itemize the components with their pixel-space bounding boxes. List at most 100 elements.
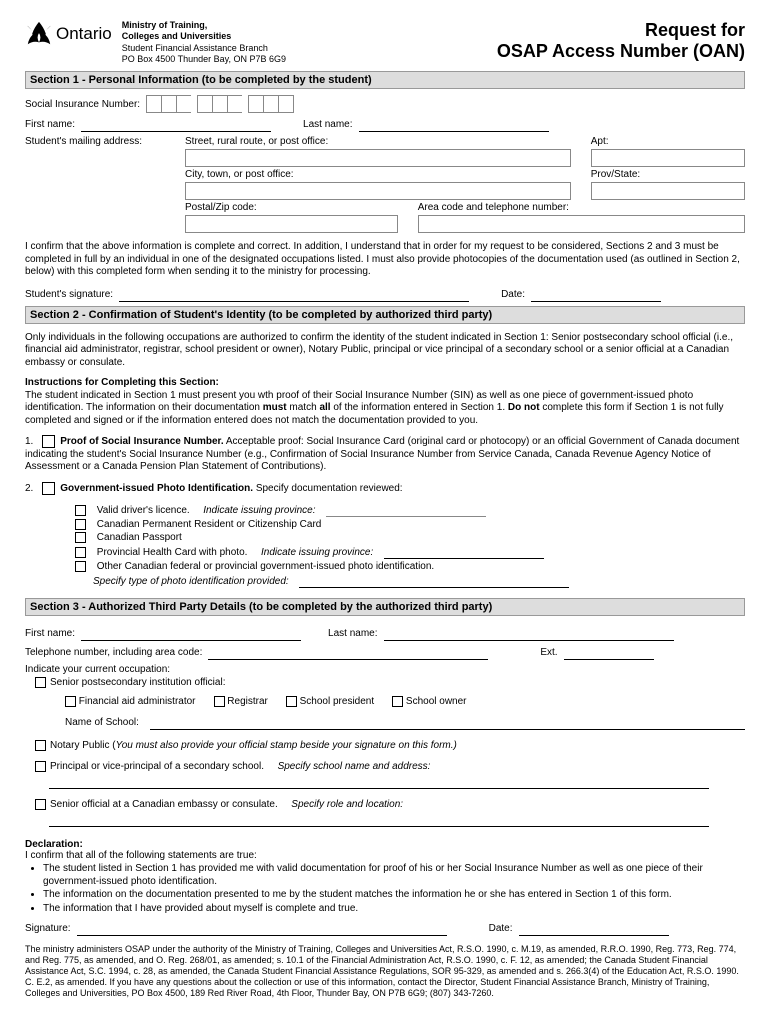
s3-ext-input[interactable] (564, 645, 654, 660)
gov-id-text: Specify documentation reviewed: (256, 483, 403, 494)
senior-label: Senior postsecondary institution officia… (50, 677, 225, 688)
s2-para1: Only individuals in the following occupa… (25, 332, 745, 370)
ministry-line1: Ministry of Training, (122, 20, 208, 30)
s1-date-input[interactable] (531, 287, 661, 302)
s3-fname-input[interactable] (81, 626, 301, 641)
fname-label: First name: (25, 119, 75, 130)
dl-prov-input[interactable] (326, 503, 486, 517)
apt-input[interactable] (591, 149, 745, 167)
s3-lname-input[interactable] (384, 626, 674, 641)
ministry-line2: Colleges and Universities (122, 31, 232, 41)
owner-label: School owner (406, 696, 467, 707)
passport-checkbox[interactable] (75, 532, 86, 543)
s3-fname-label: First name: (25, 628, 75, 639)
decl-sig-input[interactable] (77, 921, 447, 936)
s1-sig-input[interactable] (119, 287, 469, 302)
principal-input[interactable] (49, 774, 709, 789)
pres-label: School president (300, 696, 375, 707)
city-input[interactable] (185, 182, 571, 200)
street-label: Street, rural route, or post office: (185, 136, 571, 147)
footer-legal: The ministry administers OSAP under the … (25, 944, 745, 998)
notary-checkbox[interactable] (35, 740, 46, 751)
s2-instr-body: The student indicated in Section 1 must … (25, 390, 724, 426)
fname-input[interactable] (81, 117, 271, 132)
lname-input[interactable] (359, 117, 549, 132)
trillium-icon (25, 20, 53, 48)
s3-phone-label: Telephone number, including area code: (25, 647, 202, 658)
s3-phone-input[interactable] (208, 645, 488, 660)
health-checkbox[interactable] (75, 547, 86, 558)
embassy-label: Senior official at a Canadian embassy or… (50, 799, 278, 810)
section3-header: Section 3 - Authorized Third Party Detai… (25, 598, 745, 616)
section2-header: Section 2 - Confirmation of Student's Id… (25, 306, 745, 324)
decl-date-label: Date: (489, 923, 513, 934)
s1-sig-label: Student's signature: (25, 289, 113, 300)
province-name: Ontario (56, 24, 112, 44)
embassy-checkbox[interactable] (35, 799, 46, 810)
sin-input[interactable] (146, 95, 294, 113)
postal-input[interactable] (185, 215, 398, 233)
gov-id-heading: Government-issued Photo Identification. (60, 483, 253, 494)
passport-label: Canadian Passport (97, 532, 182, 543)
dl-prov-label: Indicate issuing province: (203, 505, 315, 516)
dl-label: Valid driver's licence. (97, 505, 190, 516)
s1-confirm-text: I confirm that the above information is … (25, 241, 745, 279)
s2-item2: 2. Government-issued Photo Identificatio… (25, 482, 745, 496)
title-line2: OSAP Access Number (OAN) (497, 41, 745, 61)
lname-label: Last name: (303, 119, 352, 130)
decl-sig-label: Signature: (25, 923, 71, 934)
notary-label: Notary Public (You must also provide you… (50, 740, 457, 751)
proof-sin-heading: Proof of Social Insurance Number. (60, 436, 223, 447)
gov-id-checkbox[interactable] (42, 482, 55, 495)
decl-bullet1: The student listed in Section 1 has prov… (43, 863, 745, 888)
city-label: City, town, or post office: (185, 169, 571, 180)
pres-checkbox[interactable] (286, 696, 297, 707)
health-label: Provincial Health Card with photo. (97, 547, 248, 558)
fin-label: Financial aid administrator (79, 696, 196, 707)
principal-label: Principal or vice-principal of a seconda… (50, 761, 264, 772)
s2-item1: 1. Proof of Social Insurance Number. Acc… (25, 435, 745, 474)
senior-checkbox[interactable] (35, 677, 46, 688)
decl-bullet2: The information on the documentation pre… (43, 889, 745, 902)
pr-checkbox[interactable] (75, 519, 86, 530)
reg-checkbox[interactable] (214, 696, 225, 707)
principal-checkbox[interactable] (35, 761, 46, 772)
health-prov-label: Indicate issuing province: (261, 547, 373, 558)
prov-label: Prov/State: (591, 169, 745, 180)
school-input[interactable] (150, 715, 745, 730)
other-id-input[interactable] (299, 574, 569, 588)
health-prov-input[interactable] (384, 545, 544, 559)
phone-label: Area code and telephone number: (418, 202, 745, 213)
s2-num2: 2. (25, 483, 33, 494)
principal-spec-label: Specify school name and address: (278, 761, 431, 772)
decl-list: The student listed in Section 1 has prov… (25, 863, 745, 915)
s3-ext-label: Ext. (540, 647, 557, 658)
proof-sin-checkbox[interactable] (42, 435, 55, 448)
decl-date-input[interactable] (519, 921, 669, 936)
dl-checkbox[interactable] (75, 505, 86, 516)
phone-input[interactable] (418, 215, 745, 233)
pr-label: Canadian Permanent Resident or Citizensh… (97, 519, 322, 530)
reg-label: Registrar (227, 696, 268, 707)
embassy-input[interactable] (49, 812, 709, 827)
sin-label: Social Insurance Number: (25, 99, 140, 110)
form-title: Request for OSAP Access Number (OAN) (497, 20, 745, 61)
mail-label: Student's mailing address: (25, 136, 165, 167)
other-id-checkbox[interactable] (75, 561, 86, 572)
section1-header: Section 1 - Personal Information (to be … (25, 71, 745, 89)
prov-input[interactable] (591, 182, 745, 200)
s2-num1: 1. (25, 436, 33, 447)
ministry-block: Ministry of Training, Colleges and Unive… (122, 20, 286, 65)
header: Ontario Ministry of Training, Colleges a… (25, 20, 745, 65)
embassy-spec-label: Specify role and location: (291, 799, 403, 810)
ontario-logo: Ontario (25, 20, 112, 48)
decl-intro: I confirm that all of the following stat… (25, 850, 257, 861)
s1-date-label: Date: (501, 289, 525, 300)
s2-instr-heading: Instructions for Completing this Section… (25, 377, 219, 388)
school-label: Name of School: (65, 717, 139, 728)
ministry-address: PO Box 4500 Thunder Bay, ON P7B 6G9 (122, 54, 286, 64)
other-id-label: Other Canadian federal or provincial gov… (97, 561, 434, 572)
street-input[interactable] (185, 149, 571, 167)
fin-checkbox[interactable] (65, 696, 76, 707)
owner-checkbox[interactable] (392, 696, 403, 707)
